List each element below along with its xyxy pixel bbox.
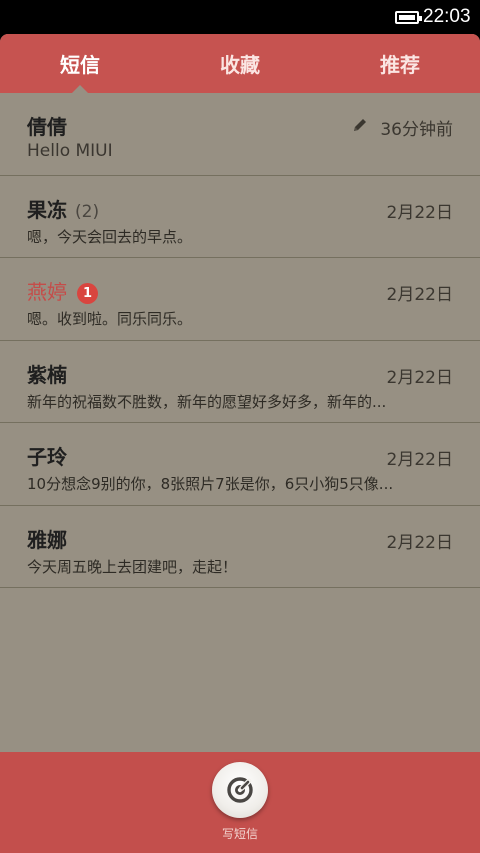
compose-label: 写短信 xyxy=(221,827,258,841)
battery-icon xyxy=(395,11,422,24)
tab-recommended[interactable]: 推荐 xyxy=(320,34,480,93)
compose-button[interactable] xyxy=(212,762,268,818)
conversation-row[interactable]: 果冻 (2) 2月22日 嗯，今天会回去的早点。 xyxy=(0,176,480,258)
status-bar: 22:03 xyxy=(0,0,480,34)
conversation-row[interactable]: 子玲 2月22日 10分想念9别的你，8张照片7张是你，6只小狗5只像... xyxy=(0,423,480,506)
message-time: 2月22日 xyxy=(386,532,453,553)
message-preview: 今天周五晚上去团建吧，走起！ xyxy=(27,557,238,576)
conversation-row[interactable]: 紫楠 2月22日 新年的祝福数不胜数，新年的愿望好多好多，新年的... xyxy=(0,341,480,423)
conversation-row[interactable]: 雅娜 2月22日 今天周五晚上去团建吧，走起！ xyxy=(0,506,480,588)
message-preview: 嗯，今天会回去的早点。 xyxy=(27,227,193,246)
conversation-row[interactable]: 倩倩 36分钟前 Hello MIUI xyxy=(0,93,480,176)
tab-favorites[interactable]: 收藏 xyxy=(160,34,320,93)
compose-icon xyxy=(227,777,253,803)
conversation-row[interactable]: 燕婷 1 2月22日 嗯。收到啦。同乐同乐。 xyxy=(0,258,480,341)
messaging-app: 短信 收藏 推荐 倩倩 36分钟前 Hello MIUI 果冻 (2) 2月22日… xyxy=(0,34,480,853)
message-time: 2月22日 xyxy=(386,285,453,305)
message-preview: Hello MIUI xyxy=(27,141,113,161)
draft-pencil-icon xyxy=(354,119,366,131)
message-preview: 新年的祝福数不胜数，新年的愿望好多好多，新年的... xyxy=(27,392,387,411)
contact-name: 果冻 (2) xyxy=(27,197,100,222)
contact-name: 燕婷 1 xyxy=(27,276,98,305)
message-preview: 嗯。收到啦。同乐同乐。 xyxy=(27,310,193,328)
status-time: 22:03 xyxy=(423,6,471,27)
message-preview: 10分想念9别的你，8张照片7张是你，6只小狗5只像... xyxy=(27,475,394,493)
unread-badge: 1 xyxy=(77,283,98,304)
contact-name: 倩倩 xyxy=(27,115,67,139)
thread-count: (2) xyxy=(75,201,100,222)
contact-name: 紫楠 xyxy=(27,362,67,387)
message-time: 2月22日 xyxy=(386,367,453,388)
message-time: 2月22日 xyxy=(386,450,453,470)
message-time: 36分钟前 xyxy=(380,120,453,140)
conversation-list: 倩倩 36分钟前 Hello MIUI 果冻 (2) 2月22日 嗯，今天会回去的… xyxy=(0,93,480,588)
contact-name: 子玲 xyxy=(27,445,67,469)
message-time: 2月22日 xyxy=(386,202,453,223)
bottom-action-bar: 写短信 xyxy=(0,752,480,853)
tab-bar: 短信 收藏 推荐 xyxy=(0,34,480,94)
contact-name: 雅娜 xyxy=(27,527,67,552)
